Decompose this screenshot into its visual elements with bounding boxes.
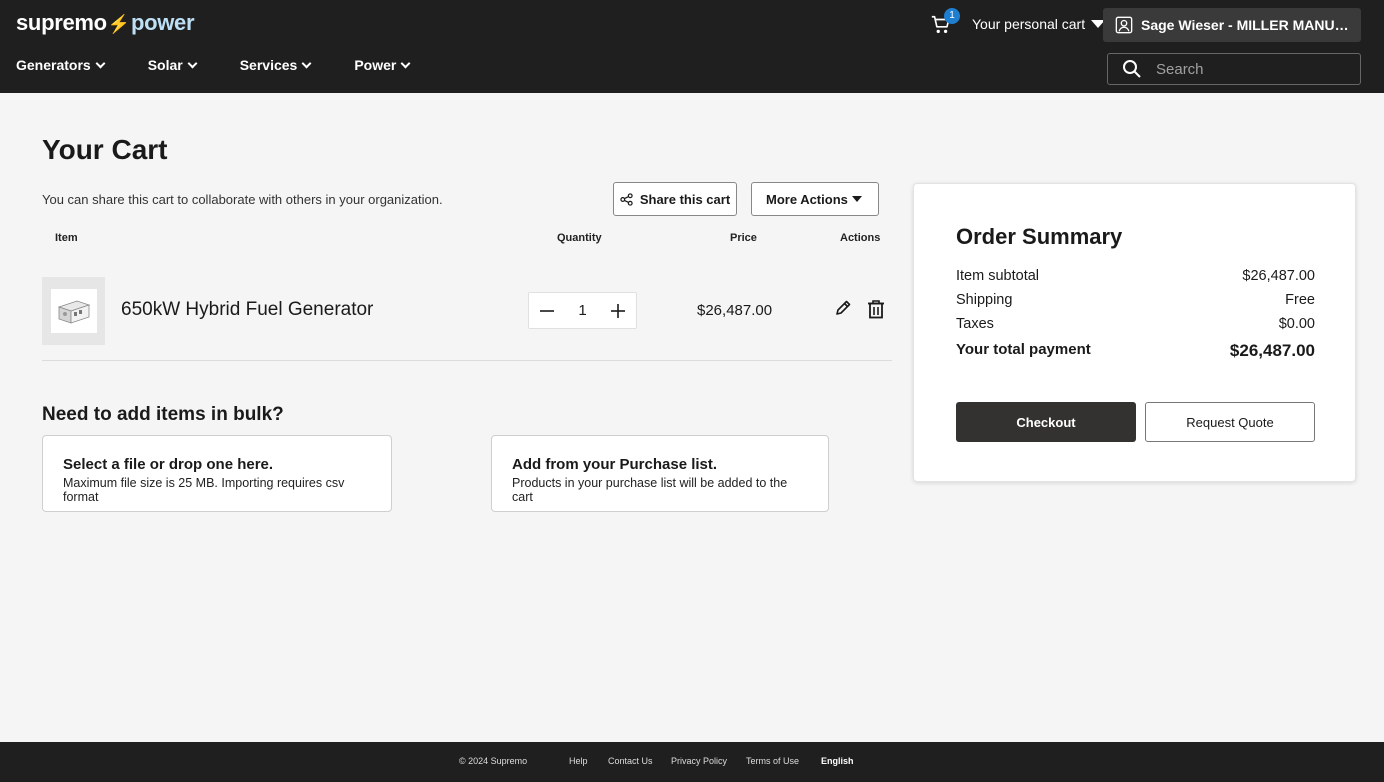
page-title: Your Cart xyxy=(42,134,168,165)
logo-text-right: power xyxy=(130,10,195,35)
brand-logo[interactable]: supremo ⚡ power xyxy=(16,10,195,36)
summary-label: Taxes xyxy=(956,316,994,332)
summary-value: Free xyxy=(1285,292,1315,308)
user-icon xyxy=(1115,16,1133,34)
search-box xyxy=(1107,53,1361,85)
quantity-stepper: 1 xyxy=(528,292,637,329)
personal-cart-label: Your personal cart xyxy=(972,16,1086,32)
summary-label: Shipping xyxy=(956,292,1013,308)
item-price: $26,487.00 xyxy=(697,302,773,319)
summary-label: Item subtotal xyxy=(956,268,1040,284)
summary-total-value: $26,487.00 xyxy=(1229,341,1315,360)
file-drop-subtitle: Maximum file size is 25 MB. Importing re… xyxy=(63,476,345,504)
nav-item-generators[interactable]: Generators xyxy=(16,57,106,73)
product-name-link[interactable]: 650kW Hybrid Fuel Generator xyxy=(121,299,373,321)
share-cart-label: Share this cart xyxy=(639,191,731,207)
pencil-icon xyxy=(836,300,851,315)
cart-button[interactable]: 1 xyxy=(930,8,960,36)
column-header-item: Item xyxy=(55,232,78,244)
purchase-list-title: Add from your Purchase list. xyxy=(512,456,718,473)
bulk-section-title: Need to add items in bulk? xyxy=(42,404,284,425)
chevron-down-icon xyxy=(187,58,198,68)
chevron-down-icon xyxy=(400,58,411,68)
more-actions-button[interactable]: More Actions xyxy=(751,182,879,216)
footer-link-help[interactable]: Help xyxy=(569,756,588,766)
share-note: You can share this cart to collaborate w… xyxy=(42,192,443,207)
cart-count-badge: 1 xyxy=(944,8,960,24)
chevron-down-icon xyxy=(95,58,106,68)
chevron-down-icon xyxy=(301,58,312,68)
trash-icon xyxy=(868,300,884,319)
account-button[interactable]: Sage Wieser - MILLER MANUFACTURING xyxy=(1103,8,1361,42)
share-cart-button[interactable]: Share this cart xyxy=(613,182,737,216)
column-header-price: Price xyxy=(730,232,757,244)
more-actions-label: More Actions xyxy=(766,191,848,207)
summary-total-label: Your total payment xyxy=(956,341,1091,358)
product-thumbnail[interactable] xyxy=(42,277,105,345)
order-summary-panel: Order Summary Item subtotal $26,487.00 S… xyxy=(913,183,1356,482)
checkout-button[interactable]: Checkout xyxy=(956,402,1136,442)
site-header: supremo ⚡ power 1 Your personal cart Sage … xyxy=(0,0,1384,93)
column-header-quantity: Quantity xyxy=(557,232,602,244)
search-icon xyxy=(1123,60,1141,78)
file-drop-zone[interactable]: Select a file or drop one here. Maximum … xyxy=(42,435,392,512)
purchase-list-card[interactable]: Add from your Purchase list. Products in… xyxy=(491,435,829,512)
generator-image-icon xyxy=(57,300,90,324)
nav-item-services[interactable]: Services xyxy=(239,57,312,73)
account-label: Sage Wieser - MILLER MANUFACTURING xyxy=(1141,17,1351,33)
footer-link-privacy[interactable]: Privacy Policy xyxy=(671,756,727,766)
delete-item-button[interactable] xyxy=(866,299,888,321)
footer-link-terms[interactable]: Terms of Use xyxy=(746,756,799,766)
purchase-list-subtitle: Products in your purchase list will be a… xyxy=(512,476,788,504)
nav-label: Solar xyxy=(147,57,183,73)
footer-link-contact[interactable]: Contact Us xyxy=(608,756,653,766)
plus-icon xyxy=(611,303,625,318)
edit-item-button[interactable] xyxy=(834,299,854,319)
quantity-value[interactable]: 1 xyxy=(568,302,598,319)
summary-row-subtotal: Item subtotal $26,487.00 xyxy=(956,268,1315,284)
logo-text-left: supremo xyxy=(16,10,107,35)
nav-label: Services xyxy=(239,57,298,73)
footer-copyright: © 2024 Supremo xyxy=(459,756,528,766)
bolt-icon: ⚡ xyxy=(107,14,130,34)
file-drop-title: Select a file or drop one here. xyxy=(63,456,274,473)
summary-row-taxes: Taxes $0.00 xyxy=(956,316,1315,332)
site-footer: © 2024 Supremo Help Contact Us Privacy P… xyxy=(0,742,1384,782)
main-nav: Generators Solar Services Power xyxy=(16,57,453,73)
summary-row-total: Your total payment $26,487.00 xyxy=(956,341,1315,361)
request-quote-button[interactable]: Request Quote xyxy=(1145,402,1315,442)
minus-icon xyxy=(540,309,554,312)
search-button[interactable] xyxy=(1108,59,1156,79)
increase-quantity-button[interactable] xyxy=(608,301,628,321)
nav-item-solar[interactable]: Solar xyxy=(147,57,198,73)
nav-item-power[interactable]: Power xyxy=(354,57,411,73)
nav-label: Generators xyxy=(16,57,91,73)
personal-cart-dropdown[interactable]: Your personal cart xyxy=(972,16,1106,32)
footer-language[interactable]: English xyxy=(821,756,854,766)
decrease-quantity-button[interactable] xyxy=(537,301,557,321)
search-input[interactable] xyxy=(1156,60,1346,78)
caret-down-icon xyxy=(852,196,862,202)
summary-value: $0.00 xyxy=(1278,316,1315,332)
summary-value: $26,487.00 xyxy=(1242,268,1315,284)
share-icon xyxy=(620,192,633,206)
nav-label: Power xyxy=(354,57,397,73)
row-divider xyxy=(42,360,892,361)
column-header-actions: Actions xyxy=(840,232,881,244)
summary-row-shipping: Shipping Free xyxy=(956,292,1315,308)
order-summary-title: Order Summary xyxy=(956,224,1123,249)
